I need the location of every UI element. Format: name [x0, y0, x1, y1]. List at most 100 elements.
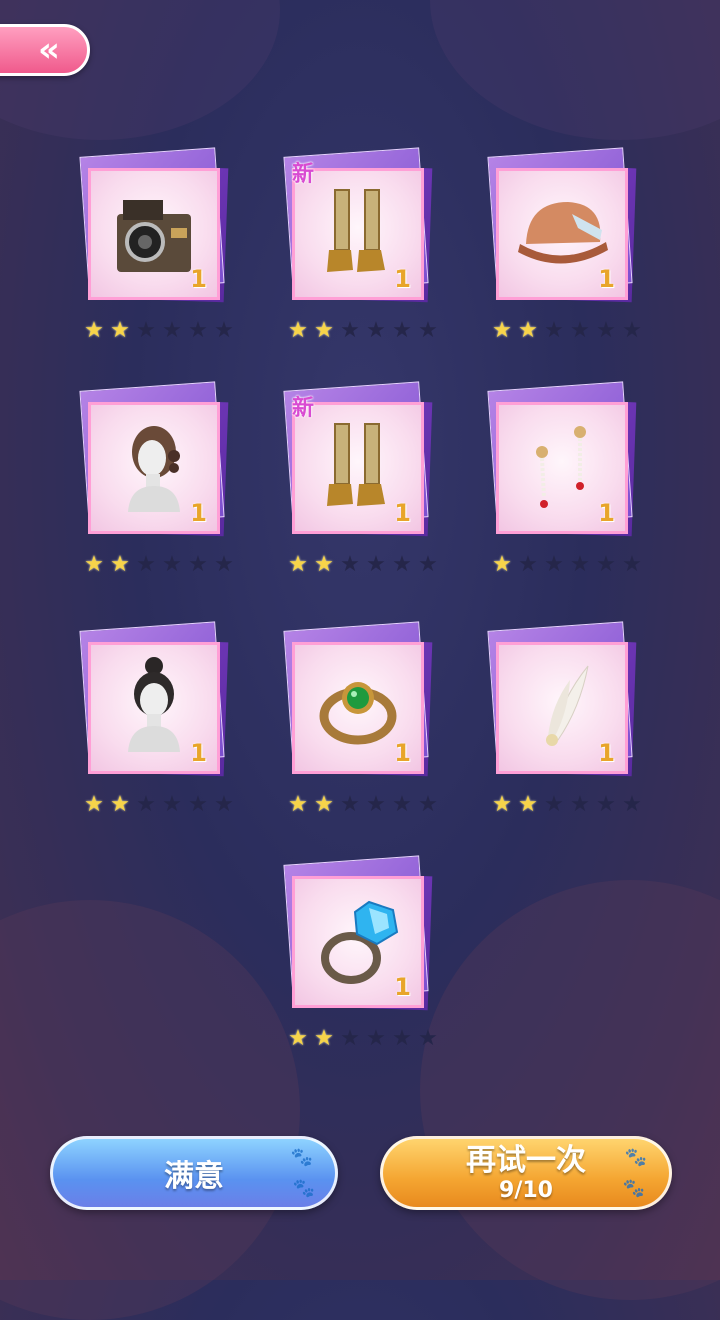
star-rating: ★ ★ ★ ★ ★ ★ [490, 794, 644, 816]
star-empty-icon: ★ [366, 552, 386, 577]
star-empty-icon: ★ [340, 552, 360, 577]
star-filled-icon: ★ [518, 792, 538, 817]
reward-item[interactable]: 1 ★ ★ ★ ★ ★ ★ [487, 621, 642, 826]
star-rating: ★ ★ ★ ★ ★ ★ [490, 554, 644, 576]
star-empty-icon: ★ [418, 318, 438, 343]
star-empty-icon: ★ [570, 318, 590, 343]
double-chevron-left-icon: « [38, 30, 60, 70]
star-empty-icon: ★ [392, 552, 412, 577]
reward-item[interactable]: 1 新 ★ ★ ★ ★ ★ ★ [283, 381, 438, 586]
star-rating: ★ ★ ★ ★ ★ ★ [82, 794, 236, 816]
star-empty-icon: ★ [136, 792, 156, 817]
item-card: 1 [88, 642, 220, 774]
star-filled-icon: ★ [110, 552, 130, 577]
star-empty-icon: ★ [214, 792, 234, 817]
item-count: 1 [394, 739, 411, 767]
hat-icon [518, 202, 608, 264]
reward-item[interactable]: 1 ★ ★ ★ ★ ★ ★ [79, 621, 234, 826]
item-count: 1 [394, 499, 411, 527]
retry-button[interactable]: 再试一次 9/10 🐾 🐾 [380, 1136, 672, 1210]
reward-item[interactable]: 1 ★ ★ ★ ★ ★ ★ [79, 147, 234, 352]
star-filled-icon: ★ [110, 792, 130, 817]
star-empty-icon: ★ [544, 792, 564, 817]
back-button[interactable]: « [0, 24, 90, 76]
item-card: 1 [496, 642, 628, 774]
star-filled-icon: ★ [288, 318, 308, 343]
star-rating: ★ ★ ★ ★ ★ ★ [82, 320, 236, 342]
star-empty-icon: ★ [418, 792, 438, 817]
star-filled-icon: ★ [110, 318, 130, 343]
star-filled-icon: ★ [288, 1026, 308, 1051]
reward-item[interactable]: 1 ★ ★ ★ ★ ★ ★ [487, 381, 642, 586]
star-empty-icon: ★ [418, 1026, 438, 1051]
star-filled-icon: ★ [288, 552, 308, 577]
star-empty-icon: ★ [340, 318, 360, 343]
star-filled-icon: ★ [314, 552, 334, 577]
star-empty-icon: ★ [366, 792, 386, 817]
item-card: 1 [292, 876, 424, 1008]
star-rating: ★ ★ ★ ★ ★ ★ [286, 554, 440, 576]
new-badge: 新 [292, 162, 315, 187]
reward-item[interactable]: 1 新 ★ ★ ★ ★ ★ ★ [283, 147, 438, 352]
star-empty-icon: ★ [366, 1026, 386, 1051]
star-empty-icon: ★ [162, 792, 182, 817]
star-filled-icon: ★ [314, 318, 334, 343]
boots-icon [327, 423, 385, 506]
feather-hairpin-icon [546, 665, 589, 746]
ring-icon [321, 900, 399, 984]
star-empty-icon: ★ [392, 318, 412, 343]
star-rating: ★ ★ ★ ★ ★ ★ [286, 1028, 440, 1050]
star-empty-icon: ★ [596, 792, 616, 817]
hairstyle-bust-icon [128, 657, 180, 752]
star-rating: ★ ★ ★ ★ ★ ★ [286, 320, 440, 342]
star-empty-icon: ★ [188, 552, 208, 577]
item-count: 1 [394, 265, 411, 293]
satisfied-button[interactable]: 满意 🐾 🐾 [50, 1136, 338, 1210]
star-empty-icon: ★ [188, 318, 208, 343]
item-card: 1 [496, 402, 628, 534]
new-badge: 新 [292, 396, 315, 421]
camera-icon [117, 200, 191, 272]
star-empty-icon: ★ [392, 1026, 412, 1051]
star-filled-icon: ★ [492, 552, 512, 577]
item-count: 1 [190, 265, 207, 293]
retry-count: 9/10 [499, 1177, 553, 1203]
star-rating: ★ ★ ★ ★ ★ ★ [286, 794, 440, 816]
star-empty-icon: ★ [544, 318, 564, 343]
item-card: 1 [88, 168, 220, 300]
satisfied-button-label: 满意 [164, 1159, 224, 1194]
boots-icon [327, 189, 385, 272]
item-count: 1 [394, 973, 411, 1001]
star-empty-icon: ★ [340, 1026, 360, 1051]
background-cloud [430, 0, 720, 140]
item-count: 1 [190, 499, 207, 527]
star-empty-icon: ★ [570, 552, 590, 577]
star-filled-icon: ★ [314, 1026, 334, 1051]
star-filled-icon: ★ [314, 792, 334, 817]
item-count: 1 [598, 265, 615, 293]
item-card: 1 [496, 168, 628, 300]
reward-item[interactable]: 1 ★ ★ ★ ★ ★ ★ [283, 621, 438, 826]
paw-icon: 🐾 [624, 1147, 647, 1168]
paw-icon: 🐾 [292, 1178, 315, 1199]
reward-item[interactable]: 1 ★ ★ ★ ★ ★ ★ [283, 855, 438, 1060]
earrings-icon [536, 426, 586, 508]
star-empty-icon: ★ [622, 552, 642, 577]
item-count: 1 [598, 739, 615, 767]
reward-item[interactable]: 1 ★ ★ ★ ★ ★ ★ [79, 381, 234, 586]
background-cloud [0, 900, 300, 1320]
star-empty-icon: ★ [214, 318, 234, 343]
item-count: 1 [598, 499, 615, 527]
star-filled-icon: ★ [492, 792, 512, 817]
hairstyle-bust-icon [128, 426, 180, 512]
background-cloud [420, 880, 720, 1300]
item-count: 1 [190, 739, 207, 767]
paw-icon: 🐾 [290, 1147, 313, 1168]
star-empty-icon: ★ [188, 792, 208, 817]
star-empty-icon: ★ [162, 552, 182, 577]
star-empty-icon: ★ [596, 318, 616, 343]
retry-button-label: 再试一次 [466, 1142, 586, 1178]
star-empty-icon: ★ [622, 318, 642, 343]
reward-item[interactable]: 1 ★ ★ ★ ★ ★ ★ [487, 147, 642, 352]
star-filled-icon: ★ [492, 318, 512, 343]
